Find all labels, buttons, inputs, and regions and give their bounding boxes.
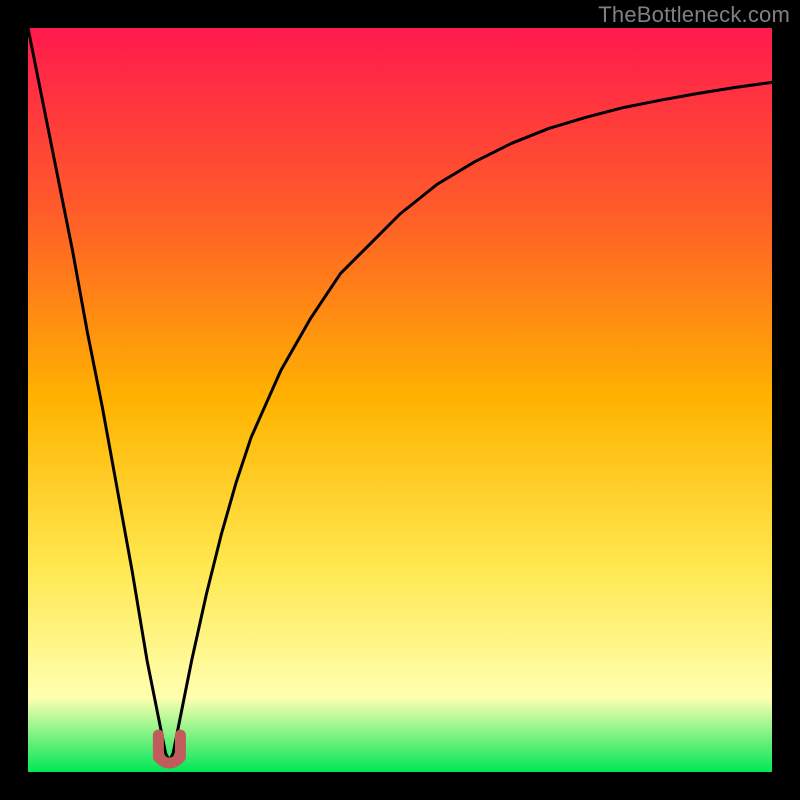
chart-root: TheBottleneck.com [0,0,800,800]
chart-svg [28,28,772,772]
plot-frame [28,28,772,772]
watermark-label: TheBottleneck.com [598,2,790,28]
gradient-background [28,28,772,772]
